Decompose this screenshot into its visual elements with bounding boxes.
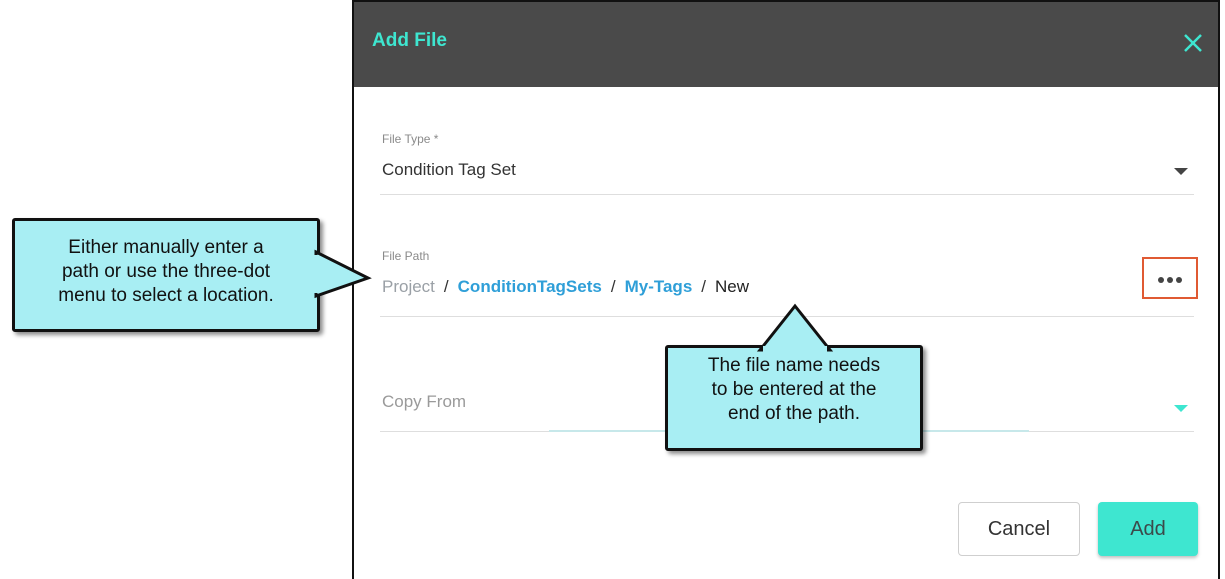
file-name-input[interactable]: New	[715, 277, 749, 296]
file-type-label: File Type *	[382, 132, 439, 146]
more-horizontal-icon	[1158, 277, 1182, 283]
dialog-title: Add File	[372, 30, 447, 51]
callout-pointer	[756, 303, 834, 354]
callout-line: path or use the three-dot	[61, 261, 271, 282]
path-separator: /	[443, 277, 449, 296]
callout-pointer	[313, 249, 372, 299]
file-type-underline	[380, 194, 1194, 195]
copy-from-label: Copy From	[382, 392, 467, 411]
callout-line: Either manually enter a	[68, 237, 264, 258]
three-dot-menu-button[interactable]	[1142, 257, 1198, 299]
chevron-down-icon[interactable]	[1174, 405, 1188, 412]
add-file-dialog: Add File File Type * Condition Tag Set F…	[352, 0, 1220, 579]
path-separator: /	[610, 277, 616, 296]
file-path-label: File Path	[382, 249, 430, 263]
add-button[interactable]: Add	[1098, 502, 1198, 556]
path-segment-project: Project	[382, 277, 435, 296]
callout-file-path-hint: Either manually enter a path or use the …	[12, 218, 320, 332]
chevron-down-icon[interactable]	[1174, 168, 1188, 175]
callout-line: The file name needs	[707, 355, 881, 376]
close-icon[interactable]	[1178, 28, 1208, 58]
callout-line: menu to select a location.	[58, 285, 274, 306]
file-path-breadcrumb: Project / ConditionTagSets / My-Tags / New	[382, 277, 749, 297]
file-type-value: Condition Tag Set	[382, 160, 516, 179]
path-segment-conditiontagsets[interactable]: ConditionTagSets	[458, 277, 602, 296]
path-separator: /	[701, 277, 707, 296]
cancel-button[interactable]: Cancel	[958, 502, 1080, 556]
callout-line: to be entered at the	[711, 379, 877, 400]
callout-line: end of the path.	[727, 403, 861, 424]
dialog-titlebar: Add File	[354, 2, 1218, 87]
callout-file-name-hint: The file name needs to be entered at the…	[665, 345, 923, 451]
path-segment-my-tags[interactable]: My-Tags	[625, 277, 693, 296]
